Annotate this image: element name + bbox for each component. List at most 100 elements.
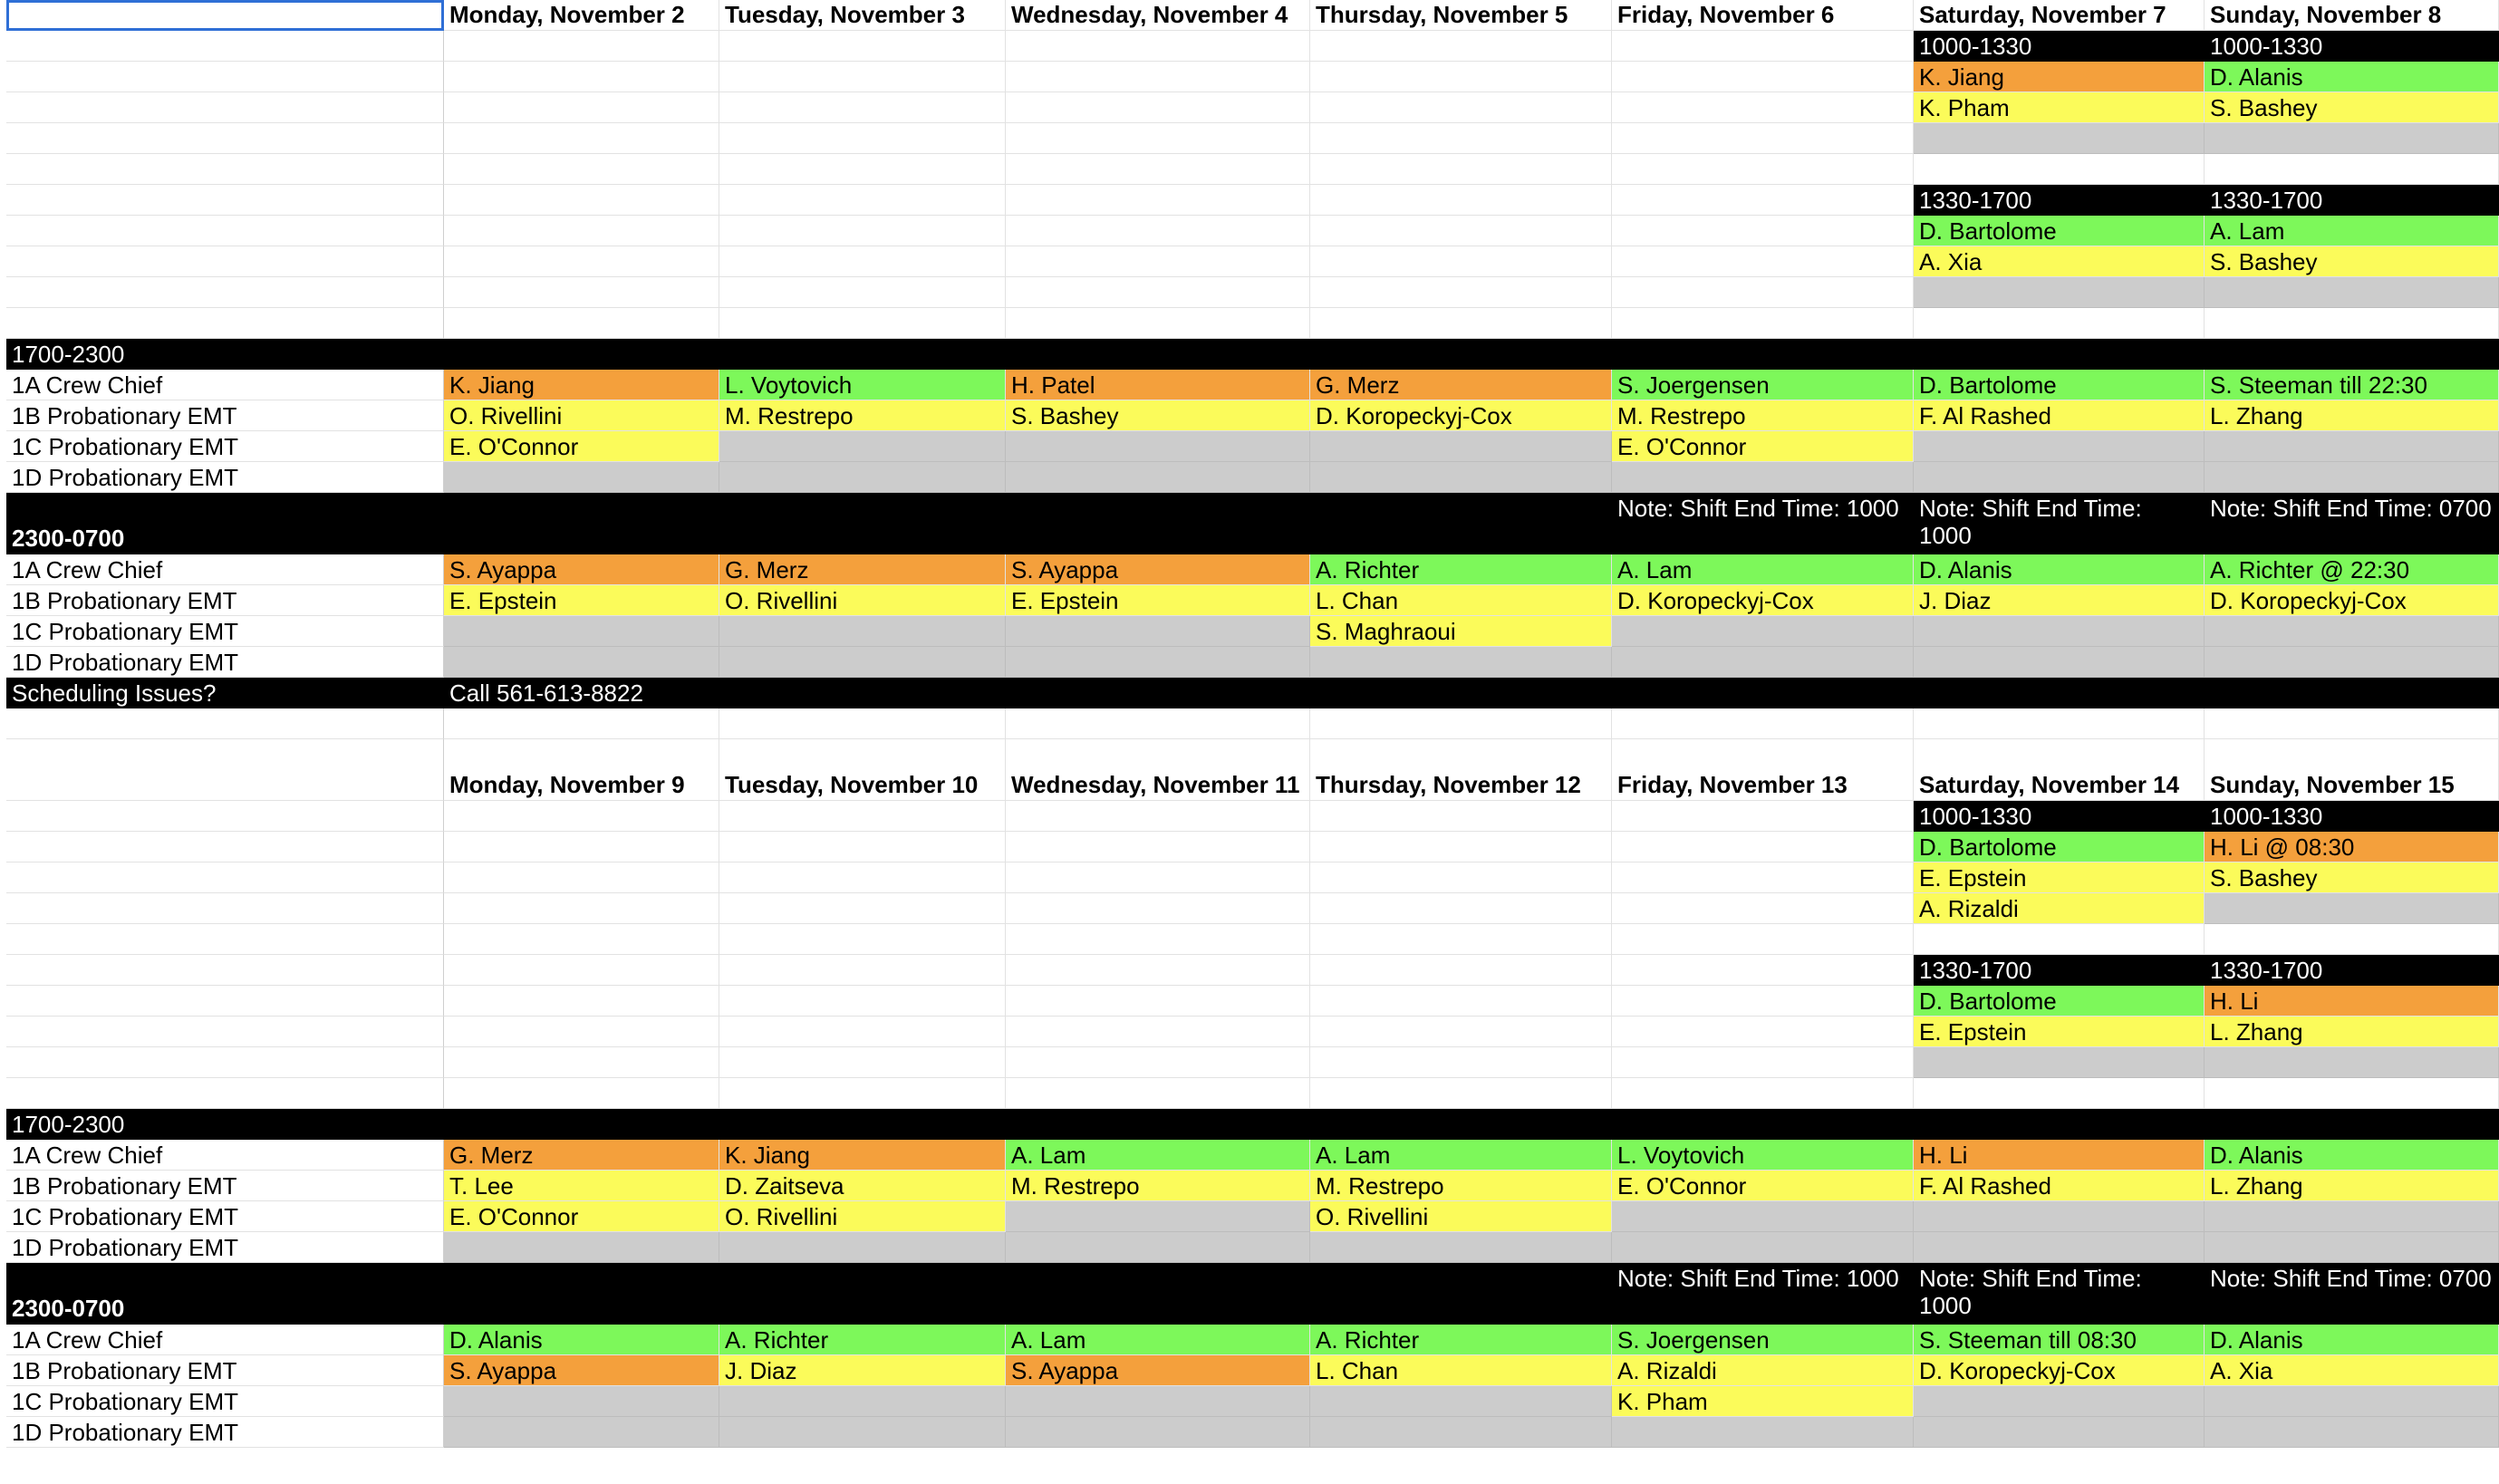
- role-label[interactable]: 1A Crew Chief: [6, 554, 444, 585]
- cell-blank[interactable]: [1310, 862, 1612, 893]
- staff-assignment[interactable]: L. Zhang: [2205, 1171, 2499, 1201]
- cell-black[interactable]: [444, 339, 719, 370]
- shift-note[interactable]: Note: Shift End Time: 1000: [1612, 1263, 1914, 1325]
- cell-blank[interactable]: [1006, 308, 1310, 339]
- shift-note[interactable]: Note: Shift End Time: 1000: [1612, 493, 1914, 554]
- staff-assignment[interactable]: A. Xia: [1914, 246, 2205, 277]
- empty-slot[interactable]: [1914, 616, 2205, 647]
- cell-blank[interactable]: [6, 1078, 444, 1109]
- cell-black[interactable]: [2205, 678, 2499, 708]
- cell-blank[interactable]: [444, 31, 719, 62]
- staff-assignment[interactable]: K. Pham: [1612, 1386, 1914, 1417]
- cell-blank[interactable]: [719, 31, 1006, 62]
- day-header[interactable]: Saturday, November 14: [1914, 739, 2205, 801]
- cell-blank[interactable]: [1006, 62, 1310, 92]
- staff-assignment[interactable]: J. Diaz: [1914, 585, 2205, 616]
- empty-slot[interactable]: [1310, 1386, 1612, 1417]
- empty-slot[interactable]: [719, 1386, 1006, 1417]
- cell-blank[interactable]: [444, 277, 719, 308]
- shift-time-label[interactable]: 1330-1700: [2205, 185, 2499, 216]
- role-label[interactable]: 1A Crew Chief: [6, 1140, 444, 1171]
- cell-blank[interactable]: [1006, 955, 1310, 986]
- cell-black[interactable]: [1612, 1109, 1914, 1140]
- cell-black[interactable]: [1310, 678, 1612, 708]
- cell-blank[interactable]: [1006, 185, 1310, 216]
- staff-assignment[interactable]: D. Bartolome: [1914, 370, 2205, 400]
- staff-assignment[interactable]: E. Epstein: [1914, 1017, 2205, 1047]
- cell-black[interactable]: [444, 493, 719, 554]
- cell-blank[interactable]: [1310, 123, 1612, 154]
- cell-blank[interactable]: [2205, 154, 2499, 185]
- cell-blank[interactable]: [444, 92, 719, 123]
- cell-blank[interactable]: [1310, 92, 1612, 123]
- cell-blank[interactable]: [6, 801, 444, 832]
- staff-assignment[interactable]: S. Joergensen: [1612, 370, 1914, 400]
- role-label[interactable]: 1C Probationary EMT: [6, 431, 444, 462]
- cell-blank[interactable]: [444, 1047, 719, 1078]
- cell-blank[interactable]: [1006, 216, 1310, 246]
- staff-assignment[interactable]: T. Lee: [444, 1171, 719, 1201]
- cell-blank[interactable]: [1006, 92, 1310, 123]
- staff-assignment[interactable]: L. Chan: [1310, 1355, 1612, 1386]
- empty-slot[interactable]: [1612, 616, 1914, 647]
- cell-blank[interactable]: [6, 277, 444, 308]
- cell-blank[interactable]: [1310, 893, 1612, 924]
- staff-assignment[interactable]: E. O'Connor: [444, 1201, 719, 1232]
- empty-slot[interactable]: [2205, 123, 2499, 154]
- staff-assignment[interactable]: L. Zhang: [2205, 400, 2499, 431]
- empty-slot[interactable]: [1310, 1232, 1612, 1263]
- cell-blank[interactable]: [444, 246, 719, 277]
- staff-assignment[interactable]: S. Steeman till 22:30: [2205, 370, 2499, 400]
- shift-note[interactable]: Note: Shift End Time: 0700: [2205, 1263, 2499, 1325]
- empty-slot[interactable]: [1006, 431, 1310, 462]
- empty-slot[interactable]: [1914, 1386, 2205, 1417]
- staff-assignment[interactable]: D. Koropeckyj-Cox: [1310, 400, 1612, 431]
- empty-slot[interactable]: [1914, 431, 2205, 462]
- shift-note[interactable]: Note: Shift End Time: 1000: [1914, 1263, 2205, 1325]
- day-header[interactable]: Monday, November 9: [444, 739, 719, 801]
- cell-blank[interactable]: [1310, 832, 1612, 862]
- cell-black[interactable]: [1006, 1109, 1310, 1140]
- cell-blank[interactable]: [444, 924, 719, 955]
- cell-blank[interactable]: [6, 832, 444, 862]
- cell-blank[interactable]: [6, 862, 444, 893]
- cell-blank[interactable]: [1612, 308, 1914, 339]
- staff-assignment[interactable]: D. Alanis: [1914, 554, 2205, 585]
- scheduling-issues-label[interactable]: Scheduling Issues?: [6, 678, 444, 708]
- cell-blank[interactable]: [1612, 862, 1914, 893]
- staff-assignment[interactable]: S. Ayappa: [1006, 554, 1310, 585]
- empty-slot[interactable]: [2205, 647, 2499, 678]
- cell-blank[interactable]: [1310, 308, 1612, 339]
- cell-blank[interactable]: [1612, 123, 1914, 154]
- cell-blank[interactable]: [1310, 277, 1612, 308]
- cell-blank[interactable]: [1310, 955, 1612, 986]
- cell-blank[interactable]: [444, 862, 719, 893]
- staff-assignment[interactable]: D. Bartolome: [1914, 832, 2205, 862]
- cell-black[interactable]: [1612, 339, 1914, 370]
- staff-assignment[interactable]: S. Bashey: [1006, 400, 1310, 431]
- empty-slot[interactable]: [1310, 647, 1612, 678]
- empty-slot[interactable]: [444, 1386, 719, 1417]
- cell-black[interactable]: [1006, 493, 1310, 554]
- cell-black[interactable]: [1612, 678, 1914, 708]
- cell-blank[interactable]: [6, 216, 444, 246]
- cell-blank[interactable]: [1310, 246, 1612, 277]
- empty-slot[interactable]: [444, 1232, 719, 1263]
- empty-slot[interactable]: [2205, 277, 2499, 308]
- cell-black[interactable]: [719, 1109, 1006, 1140]
- staff-assignment[interactable]: K. Jiang: [444, 370, 719, 400]
- role-label[interactable]: 1D Probationary EMT: [6, 1232, 444, 1263]
- empty-slot[interactable]: [2205, 431, 2499, 462]
- empty-slot[interactable]: [1006, 462, 1310, 493]
- shift-time-label[interactable]: 1000-1330: [2205, 31, 2499, 62]
- cell-blank[interactable]: [6, 893, 444, 924]
- cell-blank[interactable]: [6, 955, 444, 986]
- cell-blank[interactable]: [1006, 123, 1310, 154]
- empty-slot[interactable]: [2205, 1417, 2499, 1448]
- cell-blank[interactable]: [1006, 31, 1310, 62]
- day-header[interactable]: Saturday, November 7: [1914, 0, 2205, 31]
- staff-assignment[interactable]: S. Bashey: [2205, 92, 2499, 123]
- cell-blank[interactable]: [1006, 801, 1310, 832]
- staff-assignment[interactable]: F. Al Rashed: [1914, 1171, 2205, 1201]
- cell-blank[interactable]: [1006, 832, 1310, 862]
